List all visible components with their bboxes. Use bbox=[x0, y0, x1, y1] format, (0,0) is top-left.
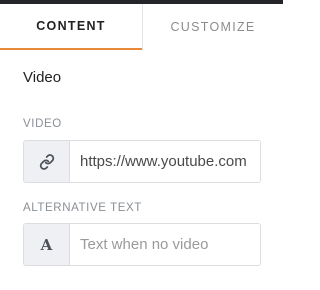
video-url-input[interactable] bbox=[70, 141, 260, 182]
video-input-group bbox=[23, 140, 261, 183]
tab-content[interactable]: CONTENT bbox=[0, 4, 142, 50]
alternative-text-field-label: ALTERNATIVE TEXT bbox=[23, 202, 142, 214]
text-letter-a-icon: A bbox=[24, 224, 70, 265]
text-letter-a-glyph: A bbox=[40, 235, 53, 254]
alternative-text-input-group: A bbox=[23, 223, 261, 266]
tab-customize[interactable]: CUSTOMIZE bbox=[142, 4, 283, 50]
alternative-text-input[interactable] bbox=[70, 224, 260, 265]
video-field-label: VIDEO bbox=[23, 118, 62, 130]
tab-bar: CONTENT CUSTOMIZE bbox=[0, 4, 283, 50]
panel-title: Video bbox=[23, 69, 62, 86]
link-icon bbox=[24, 141, 70, 182]
